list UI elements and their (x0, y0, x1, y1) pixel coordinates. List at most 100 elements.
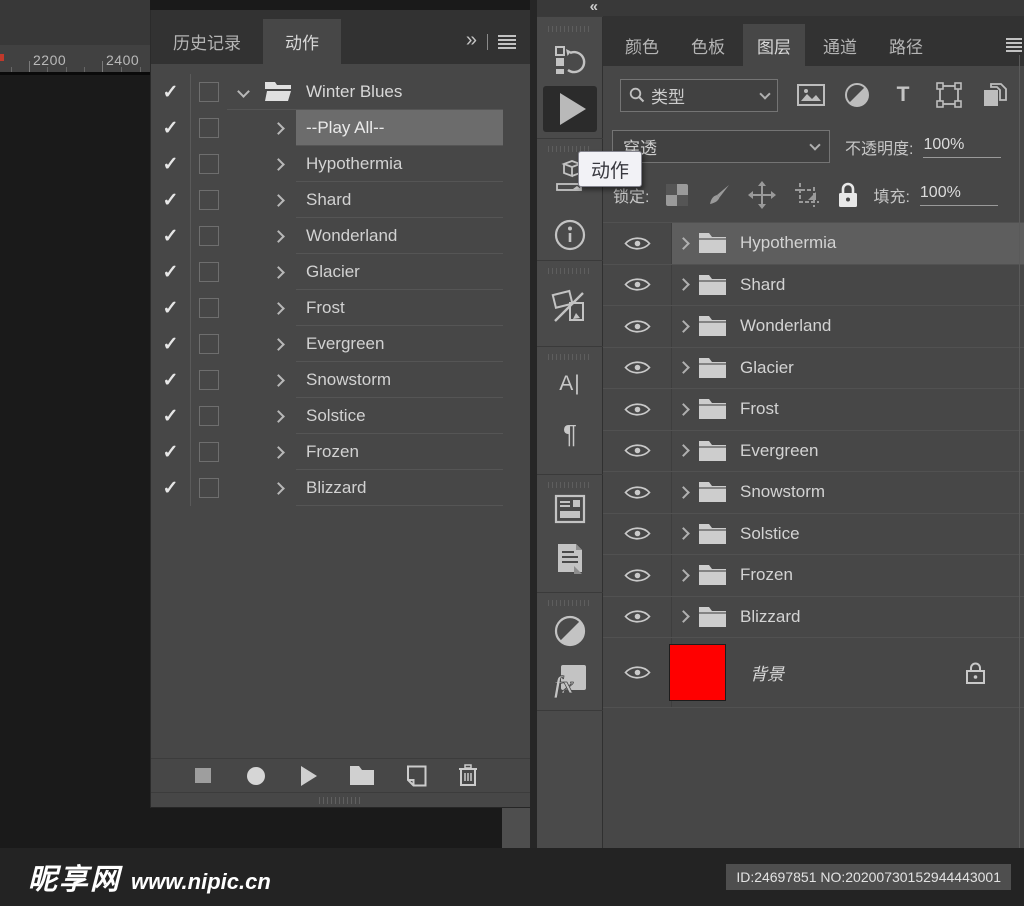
action-include-toggle[interactable]: ✓ (151, 146, 191, 182)
layer-visibility-toggle[interactable] (603, 514, 672, 555)
modal-control-checkbox[interactable] (199, 262, 219, 282)
panel-menu-icon[interactable] (1006, 38, 1022, 52)
action-include-toggle[interactable]: ✓ (151, 182, 191, 218)
chevron-right-icon[interactable] (677, 486, 690, 499)
layer-group-row[interactable]: Shard (603, 265, 1024, 307)
type-layer-filter-icon[interactable]: T (888, 83, 918, 107)
actions-panel-icon[interactable] (543, 86, 597, 132)
modal-control-checkbox[interactable] (199, 334, 219, 354)
chevron-right-icon[interactable] (677, 278, 690, 291)
chevron-right-icon[interactable] (272, 374, 285, 387)
layer-filter-type-select[interactable]: 类型 (620, 79, 778, 112)
stop-icon[interactable] (195, 768, 211, 783)
lock-position-icon[interactable] (748, 181, 776, 209)
chevron-right-icon[interactable] (272, 230, 285, 243)
layer-group-row[interactable]: Snowstorm (603, 472, 1024, 514)
chevron-right-icon[interactable] (677, 320, 690, 333)
dock-grip[interactable] (548, 354, 592, 360)
layer-visibility-toggle[interactable] (603, 348, 672, 389)
action-row[interactable]: ✓ Frozen (151, 434, 530, 470)
layer-group-row[interactable]: Wonderland (603, 306, 1024, 348)
lock-pixels-brush-icon[interactable] (707, 183, 731, 207)
chevron-right-icon[interactable] (272, 158, 285, 171)
fill-value-field[interactable]: 100% (920, 184, 998, 206)
chevron-right-icon[interactable] (272, 302, 285, 315)
tab-paths[interactable]: 路径 (875, 24, 937, 66)
chevron-right-icon[interactable] (677, 527, 690, 540)
paragraph-styles-panel-icon[interactable] (537, 538, 603, 578)
layer-visibility-toggle[interactable] (603, 265, 672, 306)
layer-visibility-toggle[interactable] (603, 431, 672, 472)
modal-control-checkbox[interactable] (199, 478, 219, 498)
character-panel-icon[interactable]: A| (537, 366, 603, 402)
pixel-layer-filter-icon[interactable] (796, 84, 826, 106)
dock-grip[interactable] (548, 482, 592, 488)
character-styles-panel-icon[interactable] (537, 490, 603, 528)
chevron-right-icon[interactable] (272, 338, 285, 351)
opacity-value-field[interactable]: 100% (923, 136, 1001, 158)
layer-group-row[interactable]: Frost (603, 389, 1024, 431)
action-row[interactable]: ✓ Snowstorm (151, 362, 530, 398)
chevron-right-icon[interactable] (272, 410, 285, 423)
layer-visibility-toggle[interactable] (603, 306, 672, 347)
modal-control-checkbox[interactable] (199, 82, 219, 102)
record-icon[interactable] (247, 767, 265, 785)
action-include-toggle[interactable]: ✓ (151, 74, 191, 110)
panel-resize-handle[interactable] (151, 792, 530, 808)
layer-visibility-toggle[interactable] (603, 555, 672, 596)
action-row[interactable]: ✓ Solstice (151, 398, 530, 434)
chevron-right-icon[interactable] (677, 403, 690, 416)
chevron-right-icon[interactable] (677, 569, 690, 582)
chevron-right-icon[interactable] (272, 122, 285, 135)
adjustments-panel-icon[interactable] (537, 612, 603, 650)
layer-group-row[interactable]: Solstice (603, 514, 1024, 556)
modal-control-checkbox[interactable] (199, 118, 219, 138)
lock-artboard-icon[interactable] (794, 182, 820, 208)
chevron-right-icon[interactable] (677, 361, 690, 374)
chevron-right-icon[interactable] (272, 446, 285, 459)
action-set-row[interactable]: ✓ Winter Blues (151, 74, 530, 110)
layer-group-row[interactable]: Blizzard (603, 597, 1024, 639)
modal-control-checkbox[interactable] (199, 190, 219, 210)
action-row[interactable]: ✓ Evergreen (151, 326, 530, 362)
blend-mode-dropdown[interactable]: 穿透 (612, 130, 830, 163)
new-action-icon[interactable] (405, 765, 427, 787)
action-row[interactable]: ✓ Shard (151, 182, 530, 218)
action-row[interactable]: ✓ Wonderland (151, 218, 530, 254)
shape-layer-filter-icon[interactable] (934, 82, 964, 108)
action-row[interactable]: ✓ Hypothermia (151, 146, 530, 182)
chevron-right-icon[interactable] (677, 444, 690, 457)
collapse-to-icons-button[interactable]: « (590, 0, 597, 15)
chevron-down-icon[interactable] (237, 85, 250, 98)
paragraph-panel-icon[interactable]: ¶ (537, 414, 603, 454)
modal-control-checkbox[interactable] (199, 442, 219, 462)
dock-grip[interactable] (548, 26, 592, 32)
chevron-right-icon[interactable] (677, 237, 690, 250)
action-row[interactable]: ✓ Blizzard (151, 470, 530, 506)
chevron-right-icon[interactable] (272, 194, 285, 207)
layer-visibility-toggle[interactable] (603, 638, 672, 707)
action-row[interactable]: ✓ Glacier (151, 254, 530, 290)
layer-visibility-toggle[interactable] (603, 597, 672, 638)
lock-all-icon[interactable] (837, 182, 859, 208)
action-include-toggle[interactable]: ✓ (151, 326, 191, 362)
tab-actions[interactable]: 动作 (263, 19, 341, 64)
chevron-right-icon[interactable] (272, 482, 285, 495)
tab-channels[interactable]: 通道 (809, 24, 871, 66)
tab-swatches[interactable]: 色板 (677, 24, 739, 66)
layer-visibility-toggle[interactable] (603, 223, 672, 264)
action-include-toggle[interactable]: ✓ (151, 362, 191, 398)
tab-color[interactable]: 颜色 (611, 24, 673, 66)
background-layer-row[interactable]: 背景 (603, 638, 1024, 708)
dock-grip[interactable] (548, 600, 592, 606)
modal-control-checkbox[interactable] (199, 226, 219, 246)
layer-group-row[interactable]: Frozen (603, 555, 1024, 597)
layer-group-row[interactable]: Glacier (603, 348, 1024, 390)
action-include-toggle[interactable]: ✓ (151, 434, 191, 470)
chevron-right-icon[interactable] (677, 610, 690, 623)
styles-panel-icon[interactable]: fx (537, 660, 603, 702)
action-include-toggle[interactable]: ✓ (151, 290, 191, 326)
modal-control-checkbox[interactable] (199, 370, 219, 390)
chevron-right-icon[interactable] (272, 266, 285, 279)
lock-transparency-icon[interactable] (665, 183, 689, 207)
